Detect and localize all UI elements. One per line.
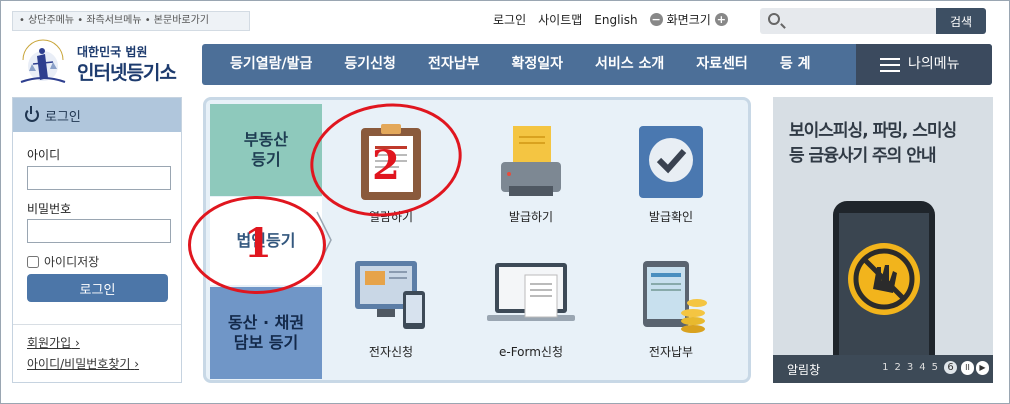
- page-3[interactable]: 3: [907, 362, 913, 374]
- search-button[interactable]: 검색: [936, 8, 986, 34]
- tab-real-estate[interactable]: 부동산 등기: [210, 104, 322, 196]
- main-navigation: 등기열람/발급 등기신청 전자납부 확정일자 서비스 소개 자료센터 등 계 나…: [202, 44, 992, 85]
- search-input[interactable]: [788, 11, 928, 31]
- find-account-label: 아이디/비밀번호찾기: [27, 357, 131, 371]
- printer-icon: [501, 126, 561, 196]
- join-link-label: 회원가입: [27, 336, 72, 350]
- login-box: 로그인 아이디 비밀번호 아이디저장 로그인 회원가입 › 아이디/비밀번호찾기…: [12, 97, 182, 383]
- tile-eform-label: e-Form신청: [498, 345, 564, 359]
- power-icon: [25, 106, 39, 122]
- tile-verify[interactable]: 발급확인: [606, 122, 736, 225]
- nav-registry-apply[interactable]: 등기신청: [328, 44, 412, 85]
- login-button[interactable]: 로그인: [27, 274, 168, 302]
- banner-bar-label: 알림창: [787, 362, 821, 377]
- tile-e-payment[interactable]: 전자납부: [606, 257, 736, 360]
- login-header: 로그인: [13, 98, 181, 132]
- find-account-link[interactable]: 아이디/비밀번호찾기 ›: [27, 355, 139, 372]
- banner-title: 보이스피싱, 파밍, 스미싱 등 금융사기 주의 안내: [789, 119, 957, 169]
- login-header-label: 로그인: [45, 109, 81, 125]
- search-icon: [768, 13, 780, 25]
- tile-issue-label: 발급하기: [508, 210, 554, 224]
- annotation-number-2: 2: [372, 142, 400, 189]
- banner-control-bar: 알림창 1 2 3 4 5 6 II ▶: [773, 355, 993, 383]
- smartphone-warning-icon: [833, 201, 935, 361]
- tile-e-application-label: 전자신청: [368, 345, 414, 359]
- nav-resource-center[interactable]: 자료센터: [680, 44, 764, 85]
- password-label: 비밀번호: [27, 202, 72, 216]
- tile-e-payment-label: 전자납부: [648, 345, 694, 359]
- page-5[interactable]: 5: [932, 362, 938, 374]
- logo-title: 인터넷등기소: [77, 62, 177, 84]
- nav-service-intro[interactable]: 서비스 소개: [579, 44, 680, 85]
- zoom-in-icon[interactable]: +: [714, 13, 728, 26]
- skip-links[interactable]: • 상단주메뉴 • 좌측서브메뉴 • 본문바로가기: [12, 11, 250, 31]
- password-input[interactable]: [27, 219, 171, 243]
- divider: [13, 324, 181, 325]
- computer-icon: [355, 261, 425, 329]
- login-link[interactable]: 로그인: [493, 11, 526, 28]
- zoom-out-icon[interactable]: −: [649, 13, 663, 26]
- court-emblem-icon: [20, 39, 66, 83]
- page-1[interactable]: 1: [882, 362, 888, 374]
- page-2[interactable]: 2: [895, 362, 901, 374]
- my-menu-button[interactable]: 나의메뉴: [856, 44, 992, 85]
- nav-fixed-date[interactable]: 확정일자: [495, 44, 579, 85]
- zoom-control: − 화면크기 +: [649, 11, 728, 28]
- site-logo[interactable]: 대한민국 법원 인터넷등기소: [15, 38, 190, 88]
- tile-e-application[interactable]: 전자신청: [326, 257, 456, 360]
- banner-pagination: 1 2 3 4 5 6: [882, 361, 957, 374]
- tablet-coins-icon: [643, 261, 707, 333]
- page-4[interactable]: 4: [919, 362, 925, 374]
- search-box: 검색: [760, 8, 986, 34]
- next-icon[interactable]: ▶: [976, 361, 989, 375]
- save-id-option[interactable]: 아이디저장: [27, 253, 99, 270]
- tile-eform[interactable]: e-Form신청: [466, 257, 596, 360]
- zoom-label: 화면크기: [666, 13, 711, 27]
- chevron-right-icon: ›: [134, 357, 140, 371]
- english-link[interactable]: English: [594, 13, 637, 27]
- banner-title-line1: 보이스피싱, 파밍, 스미싱: [789, 121, 957, 141]
- banner-title-line2: 등 금융사기 주의 안내: [789, 146, 937, 166]
- banner-controls: II ▶: [961, 361, 989, 375]
- nav-statistics[interactable]: 등 계: [764, 44, 827, 85]
- my-menu-label: 나의메뉴: [908, 56, 960, 72]
- menu-icon: [880, 57, 900, 72]
- annotation-number-1: 1: [244, 220, 272, 267]
- tile-verify-label: 발급확인: [648, 210, 694, 224]
- checkmark-icon: [639, 126, 703, 198]
- id-input[interactable]: [27, 166, 171, 190]
- notice-banner[interactable]: 보이스피싱, 파밍, 스미싱 등 금융사기 주의 안내 알림창 1 2 3 4 …: [773, 97, 993, 383]
- nav-registry-view[interactable]: 등기열람/발급: [202, 44, 328, 85]
- chevron-right-icon: ›: [75, 336, 80, 350]
- pause-icon[interactable]: II: [961, 361, 974, 375]
- id-label: 아이디: [27, 148, 61, 162]
- utility-links: 로그인 사이트맵 English − 화면크기 +: [493, 11, 728, 28]
- tab-movable-property[interactable]: 동산 · 채권 담보 등기: [210, 287, 322, 379]
- join-link[interactable]: 회원가입 ›: [27, 334, 80, 351]
- nav-e-payment[interactable]: 전자납부: [412, 44, 496, 85]
- save-id-checkbox[interactable]: [27, 255, 39, 268]
- save-id-label: 아이디저장: [44, 255, 100, 269]
- sitemap-link[interactable]: 사이트맵: [538, 11, 582, 28]
- tile-issue[interactable]: 발급하기: [466, 122, 596, 225]
- tab-movable-property-label: 동산 · 채권 담보 등기: [227, 313, 305, 352]
- laptop-document-icon: [487, 263, 575, 321]
- page-6-current[interactable]: 6: [944, 361, 957, 374]
- tab-real-estate-label: 부동산 등기: [243, 130, 289, 169]
